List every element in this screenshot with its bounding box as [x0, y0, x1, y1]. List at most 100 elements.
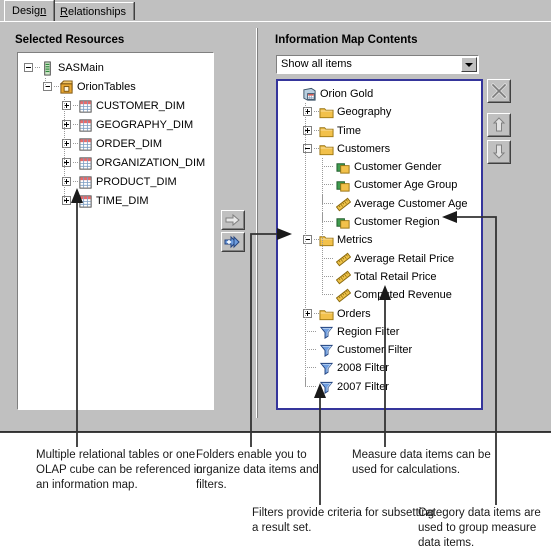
- information-map-contents-tree[interactable]: Orion Gold Geography Time Customers Customer…: [276, 79, 483, 410]
- tree-item-label: Customer Region: [354, 216, 440, 229]
- show-items-combobox[interactable]: Show all items: [276, 55, 479, 74]
- tab-strip: Design Relationships: [0, 0, 551, 22]
- callout-folders-text: Folders enable you to organize data item…: [196, 449, 319, 491]
- tree-item[interactable]: Customer Age Group: [278, 176, 481, 194]
- tab-strip-divider-2: [0, 22, 551, 23]
- show-items-combobox-value: Show all items: [281, 58, 352, 70]
- tree-item-label: Average Customer Age: [354, 197, 468, 210]
- add-selected-item-button[interactable]: [221, 210, 245, 230]
- tree-item[interactable]: Geography: [278, 103, 481, 121]
- tree-item-label: Metrics: [337, 234, 373, 247]
- tab-relationships-label: Relationships: [60, 6, 127, 18]
- tree-connector: [64, 97, 65, 202]
- measure-item-icon: [336, 288, 351, 303]
- tree-item-label: Time: [337, 124, 362, 137]
- server-icon: [40, 61, 54, 76]
- tree-item[interactable]: Computed Revenue: [278, 286, 481, 304]
- tree-item[interactable]: Orion Gold: [278, 85, 481, 103]
- tree-item[interactable]: CUSTOMER_DIM: [18, 97, 213, 116]
- table-icon: [78, 156, 92, 170]
- tree-item[interactable]: Customer Gender: [278, 158, 481, 176]
- tree-item[interactable]: Time: [278, 122, 481, 140]
- tree-item[interactable]: 2007 Filter: [278, 377, 481, 396]
- filter-icon: [319, 343, 334, 358]
- filter-icon: [319, 361, 334, 376]
- information-map-icon: [302, 87, 316, 101]
- tree-item-label: OrionTables: [77, 81, 136, 93]
- table-icon: [78, 118, 92, 132]
- table-icon: [78, 175, 92, 189]
- folder-icon: [319, 124, 334, 138]
- tree-item[interactable]: 2008 Filter: [278, 359, 481, 377]
- tree-item-label: Region Filter: [337, 325, 400, 338]
- tree-item-label: Computed Revenue: [354, 289, 452, 302]
- tree-item-label: Orders: [337, 307, 371, 320]
- filter-icon: [319, 325, 334, 339]
- tab-design-label: Design: [12, 5, 47, 17]
- tree-item-label: Orion Gold: [320, 88, 374, 100]
- tree-item[interactable]: ORGANIZATION_DIM: [18, 154, 213, 173]
- tree-item[interactable]: OrionTables: [18, 78, 213, 97]
- tree-item[interactable]: Average Customer Age: [278, 194, 481, 213]
- category-item-icon: [336, 178, 350, 193]
- tree-item-label: ORGANIZATION_DIM: [96, 157, 206, 169]
- information-map-studio-window: Design Relationships Selected Resources …: [0, 0, 551, 432]
- tab-design[interactable]: Design: [4, 0, 55, 21]
- callout-category-text: Category data items are used to group me…: [418, 507, 541, 549]
- callout-tables-text: Multiple relational tables or one OLAP c…: [36, 449, 203, 491]
- tree-connector: [322, 158, 323, 296]
- information-map-contents-heading: Information Map Contents: [275, 34, 418, 46]
- tree-item-label: Customer Gender: [354, 161, 442, 174]
- callout-captions: Multiple relational tables or one OLAP c…: [0, 432, 551, 554]
- tree-connector: [45, 78, 46, 88]
- tree-item[interactable]: ORDER_DIM: [18, 135, 213, 154]
- filter-icon: [319, 380, 334, 394]
- measure-item-icon: [336, 197, 351, 212]
- tree-item-label: GEOGRAPHY_DIM: [96, 119, 194, 131]
- chevron-down-icon[interactable]: [461, 57, 477, 72]
- tree-item-label: TIME_DIM: [96, 195, 149, 207]
- tree-item[interactable]: Customers: [278, 140, 481, 158]
- tree-item-label: CUSTOMER_DIM: [96, 100, 186, 112]
- tree-item-label: 2008 Filter: [337, 362, 389, 375]
- tree-item[interactable]: Total Retail Price: [278, 267, 481, 286]
- tree-item-label: 2007 Filter: [337, 380, 389, 393]
- tree-item-label: SASMain: [58, 62, 104, 74]
- library-icon: [59, 80, 73, 94]
- tab-relationships[interactable]: Relationships: [52, 2, 135, 20]
- folder-icon: [319, 142, 334, 156]
- tree-item[interactable]: GEOGRAPHY_DIM: [18, 116, 213, 135]
- collapse-icon[interactable]: [24, 63, 33, 72]
- category-item-icon: [336, 160, 350, 174]
- tree-item-label: Customers: [337, 142, 391, 155]
- table-icon: [78, 99, 92, 113]
- panel-splitter[interactable]: [256, 28, 259, 418]
- tree-item[interactable]: Average Retail Price: [278, 249, 481, 268]
- tree-item-label: Customer Filter: [337, 344, 413, 357]
- tree-connector: [305, 103, 306, 387]
- tree-item[interactable]: PRODUCT_DIM: [18, 173, 213, 192]
- tree-item[interactable]: TIME_DIM: [18, 192, 213, 211]
- tree-item[interactable]: Region Filter: [278, 322, 481, 341]
- tree-item[interactable]: Metrics: [278, 231, 481, 249]
- table-icon: [78, 194, 92, 208]
- tree-item[interactable]: Customer Region: [278, 213, 481, 231]
- folder-icon: [319, 307, 334, 321]
- category-item-icon: [336, 215, 350, 229]
- folder-icon: [319, 105, 334, 119]
- selected-resources-heading: Selected Resources: [15, 34, 125, 46]
- selected-resources-tree[interactable]: SASMain OrionTables CUSTOMER_DIM GEOGRAPHY_…: [17, 52, 214, 410]
- tree-item-label: Customer Age Group: [354, 179, 458, 192]
- tree-item-label: Total Retail Price: [354, 270, 437, 283]
- tree-item[interactable]: Customer Filter: [278, 341, 481, 359]
- add-all-items-button[interactable]: [221, 232, 245, 252]
- measure-item-icon: [336, 252, 351, 267]
- move-item-up-button[interactable]: [487, 113, 511, 137]
- tree-item[interactable]: Orders: [278, 305, 481, 323]
- table-icon: [78, 137, 92, 151]
- delete-item-button[interactable]: [487, 79, 511, 103]
- move-item-down-button[interactable]: [487, 140, 511, 164]
- tree-item[interactable]: SASMain: [18, 59, 213, 78]
- tree-item-label: Average Retail Price: [354, 252, 455, 265]
- tree-item-label: Geography: [337, 106, 392, 119]
